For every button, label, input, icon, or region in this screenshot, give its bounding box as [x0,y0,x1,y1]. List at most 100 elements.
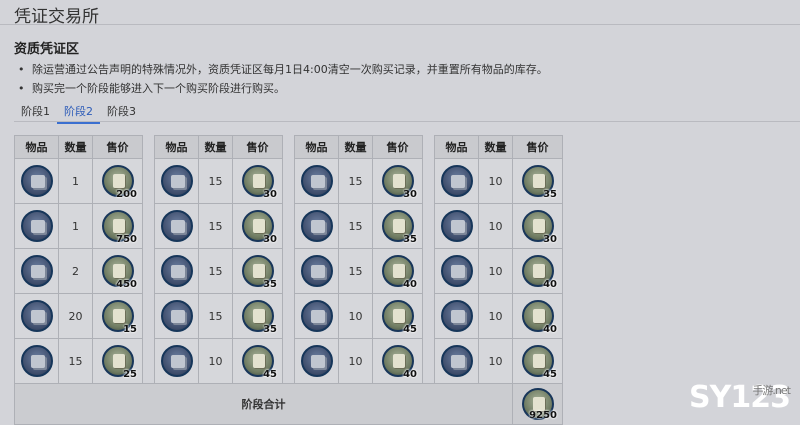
qty-cell: 15 [198,158,233,204]
header-qty: 数量 [198,135,233,159]
price-cell: 45 [232,338,283,384]
column-gap [142,158,155,204]
item-icon[interactable] [440,345,473,377]
table-row: 15 25 10 45 10 40 10 45 [14,338,563,384]
logo-subtext: 手游.net [752,384,791,397]
item-cell [154,158,199,204]
price-cell: 45 [512,338,563,384]
item-icon[interactable] [160,210,193,242]
header-item: 物品 [154,135,199,159]
item-icon[interactable] [440,300,473,332]
qty-cell: 10 [478,338,513,384]
total-price-value: 9250 [529,410,557,421]
item-icon[interactable] [160,300,193,332]
item-icon[interactable] [20,300,53,332]
item-glyph [30,355,45,368]
item-icon[interactable] [160,165,193,197]
price-cell: 35 [232,293,283,339]
item-cell [434,338,479,384]
header-qty: 数量 [58,135,93,159]
qty-cell: 10 [198,338,233,384]
item-icon[interactable] [20,165,53,197]
item-icon[interactable] [300,255,333,287]
column-gap [142,248,155,294]
price-cell: 45 [372,293,423,339]
item-icon[interactable] [20,255,53,287]
qty-cell: 10 [478,203,513,249]
tabs-divider [14,121,800,122]
price-value: 45 [263,369,277,380]
site-logo: SY123 手游.net [689,380,791,415]
item-cell [434,203,479,249]
column-gap [142,338,155,384]
tab-stage-3[interactable]: 阶段3 [100,100,143,122]
column-gap [422,293,435,339]
qty-cell: 10 [478,293,513,339]
qty-cell: 1 [58,203,93,249]
table-row: 2 450 15 35 15 40 10 40 [14,248,563,294]
item-cell [434,248,479,294]
price-value: 40 [403,279,417,290]
column-gap [282,203,295,249]
item-icon[interactable] [20,345,53,377]
item-cell [14,158,59,204]
price-cell: 30 [372,158,423,204]
item-glyph [310,310,325,323]
price-value: 40 [543,324,557,335]
header-price: 售价 [372,135,423,159]
note-item: 除运营通过公告声明的特殊情况外，资质凭证区每月1日4:00清空一次购买记录，并重… [18,60,548,79]
column-gap [282,158,295,204]
price-cell: 30 [232,158,283,204]
item-icon[interactable] [440,165,473,197]
item-cell [14,248,59,294]
price-value: 15 [123,324,137,335]
item-icon[interactable] [300,300,333,332]
item-cell [434,158,479,204]
qty-cell: 15 [338,248,373,294]
item-icon[interactable] [300,210,333,242]
item-icon[interactable] [300,165,333,197]
column-gap [422,135,435,159]
qty-cell: 15 [338,203,373,249]
item-glyph [310,355,325,368]
tab-stage-1[interactable]: 阶段1 [14,100,57,122]
item-glyph [170,175,185,188]
item-glyph [30,265,45,278]
item-icon[interactable] [440,255,473,287]
column-gap [142,203,155,249]
item-glyph [310,175,325,188]
item-glyph [170,265,185,278]
item-icon[interactable] [440,210,473,242]
table-row: 20 15 15 35 10 45 10 40 [14,293,563,339]
qty-cell: 1 [58,158,93,204]
column-gap [142,293,155,339]
item-cell [294,338,339,384]
item-cell [154,248,199,294]
item-glyph [30,175,45,188]
item-cell [154,203,199,249]
item-icon[interactable] [20,210,53,242]
item-icon[interactable] [160,345,193,377]
qty-cell: 2 [58,248,93,294]
header-qty: 数量 [478,135,513,159]
qty-cell: 10 [338,293,373,339]
column-gap [282,338,295,384]
price-cell: 15 [92,293,143,339]
price-value: 40 [403,369,417,380]
qty-cell: 15 [198,248,233,294]
item-glyph [310,265,325,278]
item-icon[interactable] [160,255,193,287]
price-cell: 35 [372,203,423,249]
header-qty: 数量 [338,135,373,159]
notes-list: 除运营通过公告声明的特殊情况外，资质凭证区每月1日4:00清空一次购买记录，并重… [18,60,548,98]
total-label: 阶段合计 [14,383,513,425]
item-cell [294,293,339,339]
item-glyph [450,265,465,278]
item-cell [154,293,199,339]
header-price: 售价 [92,135,143,159]
item-icon[interactable] [300,345,333,377]
price-cell: 450 [92,248,143,294]
item-glyph [30,310,45,323]
item-glyph [450,220,465,233]
price-value: 35 [263,324,277,335]
